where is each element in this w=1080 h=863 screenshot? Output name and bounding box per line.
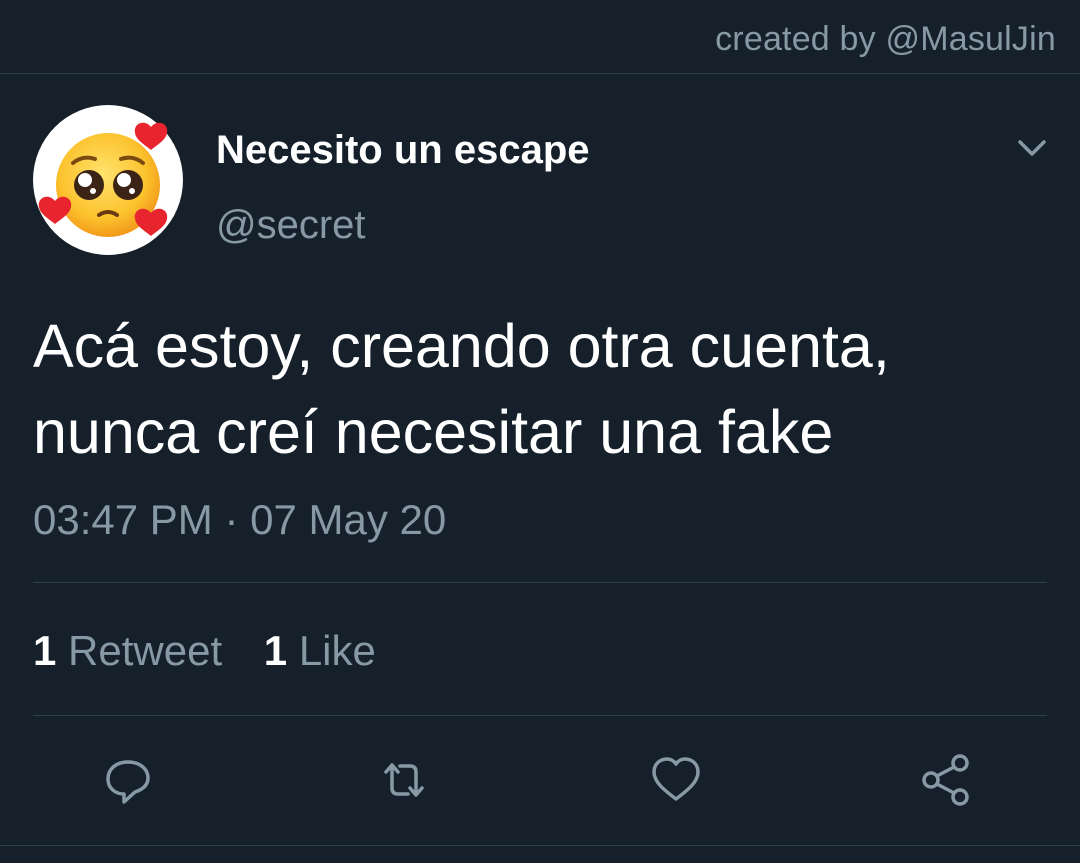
like-button[interactable] xyxy=(646,750,706,810)
creator-credit: created by @MasulJin xyxy=(715,20,1056,58)
tweet-text: Acá estoy, creando otra cuenta, nunca cr… xyxy=(33,303,1053,475)
avatar[interactable] xyxy=(33,105,183,255)
display-name[interactable]: Necesito un escape xyxy=(216,128,590,173)
share-icon xyxy=(922,754,969,806)
likes-stat[interactable]: 1 Like xyxy=(264,627,376,675)
retweets-label: Retweet xyxy=(68,627,223,674)
engagement-stats: 1 Retweet 1 Like xyxy=(33,627,406,675)
reply-icon xyxy=(106,760,150,804)
retweet-button[interactable] xyxy=(374,750,434,810)
likes-count: 1 xyxy=(263,627,288,674)
divider xyxy=(0,845,1080,846)
retweet-icon xyxy=(384,763,424,797)
tweet-timestamp[interactable]: 03:47 PM · 07 May 20 xyxy=(33,496,446,544)
likes-label: Like xyxy=(298,627,376,674)
user-handle[interactable]: @secret xyxy=(216,203,366,248)
tweet-text-line-2: nunca creí necesitar una fake xyxy=(33,398,834,466)
heart-icon xyxy=(652,757,700,801)
retweets-count: 1 xyxy=(33,627,57,674)
retweets-stat[interactable]: 1 Retweet xyxy=(33,627,222,675)
share-button[interactable] xyxy=(916,750,976,810)
credit-bar: created by @MasulJin xyxy=(0,0,1080,74)
chevron-down-icon[interactable] xyxy=(1012,128,1052,168)
divider xyxy=(33,582,1047,583)
tweet-text-line-1: Acá estoy, creando otra cuenta, xyxy=(33,312,890,380)
pleading-face-emoji-icon xyxy=(38,122,168,237)
reply-button[interactable] xyxy=(98,750,158,810)
divider xyxy=(33,715,1047,716)
